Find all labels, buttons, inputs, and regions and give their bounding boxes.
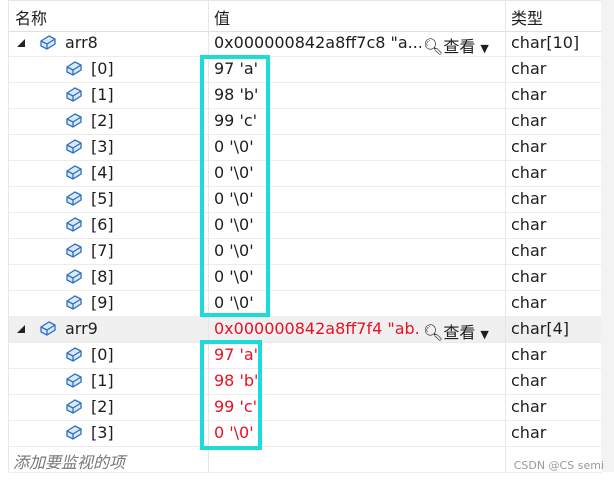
variable-value: 0x000000842a8ff7c8 "a...	[214, 33, 421, 52]
variable-icon	[65, 424, 83, 440]
variable-icon	[65, 112, 83, 128]
watch-row-arr8[interactable]: arr8 0x000000842a8ff7c8 "a... 🔍︎查看 ▼ cha…	[9, 30, 602, 57]
variable-icon	[65, 164, 83, 180]
element-type: char	[511, 397, 547, 416]
variable-icon	[65, 294, 83, 310]
watch-row-element[interactable]: [1] 98 'b' char	[9, 368, 602, 395]
view-label: 查看	[443, 37, 476, 56]
element-type: char	[511, 215, 547, 234]
variable-icon	[65, 268, 83, 284]
scrollbar[interactable]	[601, 0, 614, 472]
variable-icon	[65, 242, 83, 258]
magnifier-icon: 🔍︎	[423, 323, 444, 342]
element-type: char	[511, 163, 547, 182]
element-index: [1]	[91, 85, 114, 104]
element-type: char	[511, 111, 547, 130]
element-type: char	[511, 189, 547, 208]
variable-icon	[65, 60, 83, 76]
element-index: [5]	[91, 189, 114, 208]
highlight-box-arr8	[200, 55, 270, 317]
variable-name: arr8	[65, 33, 98, 52]
element-index: [6]	[91, 215, 114, 234]
variable-icon	[65, 372, 83, 388]
element-index: [9]	[91, 293, 114, 312]
watch-row-element[interactable]: [5] 0 '\0' char	[9, 186, 602, 213]
watch-row-element[interactable]: [2] 99 'c' char	[9, 394, 602, 421]
element-type: char	[511, 241, 547, 260]
variable-icon	[65, 346, 83, 362]
watch-row-element[interactable]: [0] 97 'a' char	[9, 342, 602, 369]
watch-window: 名称 值 类型 arr8 0x000000842a8ff7c8 "a... 🔍︎…	[8, 0, 602, 473]
watch-row-arr9[interactable]: arr9 0x000000842a8ff7f4 "ab... 🔍︎查看 ▼ ch…	[9, 316, 602, 343]
element-type: char	[511, 345, 547, 364]
variable-icon	[65, 190, 83, 206]
collapse-icon[interactable]	[17, 39, 25, 47]
watch-row-element[interactable]: [7] 0 '\0' char	[9, 238, 602, 265]
watch-row-element[interactable]: [9] 0 '\0' char	[9, 290, 602, 317]
add-watch-placeholder[interactable]: 添加要监视的项	[13, 449, 125, 473]
collapse-icon[interactable]	[17, 325, 25, 333]
element-index: [2]	[91, 111, 114, 130]
element-index: [3]	[91, 423, 114, 442]
variable-icon	[65, 138, 83, 154]
header-value[interactable]: 值	[214, 5, 230, 29]
element-index: [3]	[91, 137, 114, 156]
variable-icon	[65, 398, 83, 414]
element-index: [0]	[91, 345, 114, 364]
element-index: [4]	[91, 163, 114, 182]
magnifier-icon: 🔍︎	[423, 37, 444, 56]
header-type[interactable]: 类型	[511, 5, 543, 29]
watch-row-element[interactable]: [3] 0 '\0' char	[9, 134, 602, 161]
element-index: [0]	[91, 59, 114, 78]
element-type: char	[511, 371, 547, 390]
column-header: 名称 值 类型	[9, 0, 602, 32]
variable-name: arr9	[65, 319, 98, 338]
variable-type: char[10]	[511, 33, 580, 52]
element-type: char	[511, 85, 547, 104]
watch-row-element[interactable]: [2] 99 'c' char	[9, 108, 602, 135]
watch-row-element[interactable]: [8] 0 '\0' char	[9, 264, 602, 291]
highlight-box-arr9	[200, 340, 262, 450]
variable-value: 0x000000842a8ff7f4 "ab...	[214, 319, 421, 338]
element-index: [1]	[91, 371, 114, 390]
watch-row-element[interactable]: [1] 98 'b' char	[9, 82, 602, 109]
chevron-down-icon[interactable]: ▼	[480, 42, 488, 55]
element-index: [2]	[91, 397, 114, 416]
element-type: char	[511, 267, 547, 286]
header-name[interactable]: 名称	[15, 5, 47, 29]
variable-icon	[39, 320, 57, 336]
variable-icon	[39, 34, 57, 50]
variable-type: char[4]	[511, 319, 569, 338]
watch-row-element[interactable]: [6] 0 '\0' char	[9, 212, 602, 239]
chevron-down-icon[interactable]: ▼	[480, 328, 488, 341]
element-type: char	[511, 293, 547, 312]
variable-icon	[65, 216, 83, 232]
element-index: [8]	[91, 267, 114, 286]
watch-row-element[interactable]: [0] 97 'a' char	[9, 56, 602, 83]
variable-icon	[65, 86, 83, 102]
element-index: [7]	[91, 241, 114, 260]
watermark: CSDN @CS semi	[513, 459, 604, 472]
element-type: char	[511, 59, 547, 78]
element-type: char	[511, 423, 547, 442]
view-button[interactable]: 🔍︎查看 ▼	[423, 33, 489, 57]
watch-row-element[interactable]: [3] 0 '\0' char	[9, 420, 602, 447]
view-label: 查看	[443, 323, 476, 342]
view-button[interactable]: 🔍︎查看 ▼	[423, 319, 489, 343]
watch-row-element[interactable]: [4] 0 '\0' char	[9, 160, 602, 187]
element-type: char	[511, 137, 547, 156]
